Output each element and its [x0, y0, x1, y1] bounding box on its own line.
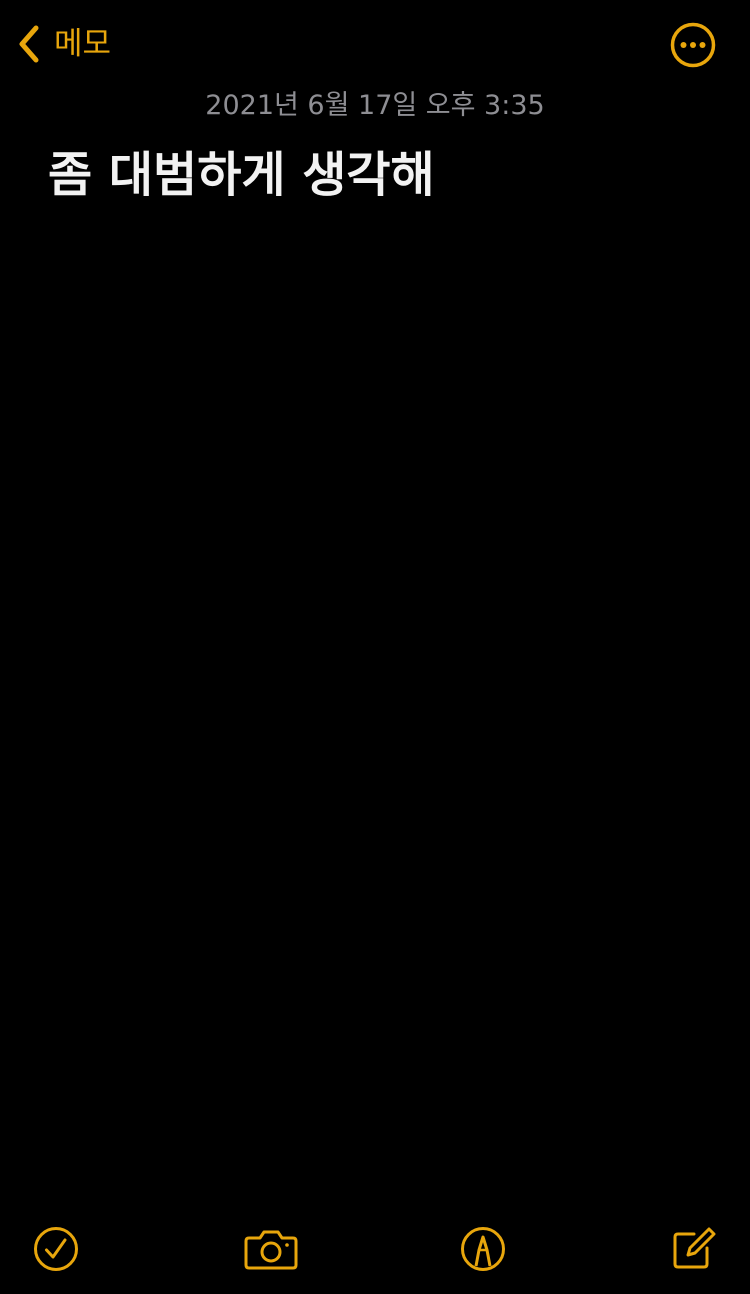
back-button-label: 메모: [54, 25, 112, 62]
ellipsis-circle-icon: [670, 22, 716, 68]
compose-button[interactable]: [670, 1226, 720, 1276]
compose-icon: [673, 1227, 716, 1269]
note-title[interactable]: 좀 대범하게 생각해: [48, 140, 435, 210]
markup-button[interactable]: [460, 1226, 510, 1276]
navigation-bar: 메모: [0, 0, 750, 90]
camera-button[interactable]: [243, 1226, 299, 1276]
bottom-toolbar: [0, 1220, 750, 1280]
checklist-icon: [34, 1227, 78, 1271]
chevron-left-icon: [14, 22, 44, 66]
note-timestamp: 2021년 6월 17일 오후 3:35: [205, 90, 545, 121]
markup-pen-icon: [461, 1227, 505, 1271]
camera-icon: [244, 1230, 298, 1270]
back-button[interactable]: 메모: [14, 20, 111, 68]
more-options-button[interactable]: [670, 22, 716, 68]
checklist-button[interactable]: [33, 1226, 83, 1276]
